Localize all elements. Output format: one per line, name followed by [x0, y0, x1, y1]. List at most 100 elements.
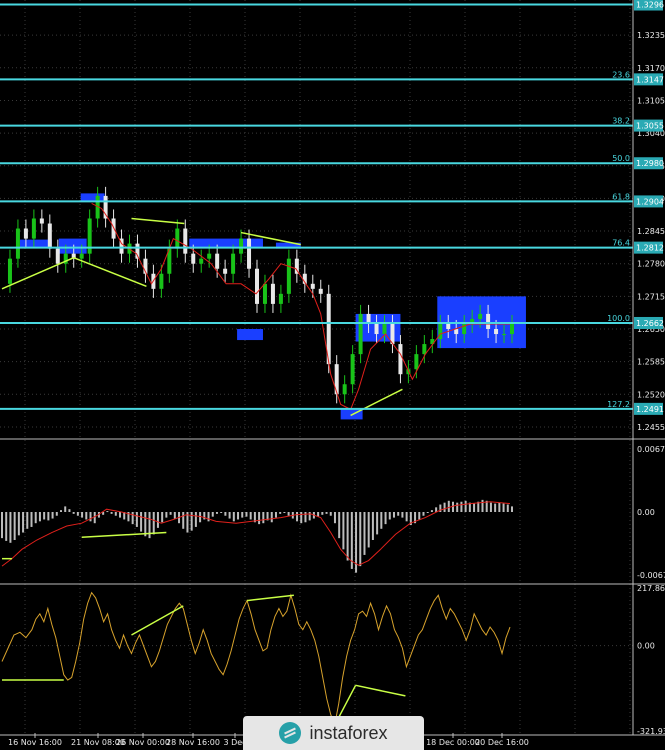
- cci-y-tick-label: -321.933: [637, 727, 665, 736]
- macd-bar: [110, 512, 113, 514]
- macd-bar: [245, 512, 248, 517]
- candle-body: [502, 334, 507, 336]
- level-label: 1.3296: [636, 1, 664, 10]
- macd-bar: [161, 512, 164, 523]
- x-tick-label: 16 Nov 16:00: [8, 738, 62, 747]
- candle-body: [334, 364, 339, 395]
- macd-bar: [401, 512, 404, 518]
- macd-bar: [211, 512, 214, 517]
- macd-bar: [342, 512, 345, 550]
- x-tick-label: 18 Dec 00:00: [426, 738, 480, 747]
- x-tick-label: 20 Dec 16:00: [475, 738, 529, 747]
- macd-bar: [371, 512, 374, 540]
- macd-bar: [194, 512, 197, 527]
- macd-bar: [384, 512, 387, 525]
- fib-label: 100.0: [607, 314, 630, 323]
- y-tick-label: 1.2845: [637, 227, 665, 236]
- macd-bar: [220, 512, 223, 513]
- logo-text: instaforex: [309, 722, 388, 743]
- y-tick-label: 1.2520: [637, 390, 665, 399]
- zone-box: [80, 193, 105, 202]
- candle-body: [494, 329, 499, 335]
- macd-bar: [296, 512, 299, 522]
- candle-body: [223, 268, 228, 274]
- macd-bar: [55, 512, 58, 516]
- macd-bar: [367, 512, 370, 548]
- macd-bar: [93, 512, 96, 524]
- macd-bar: [447, 500, 450, 512]
- candle-body: [318, 288, 323, 294]
- candle-body: [231, 253, 236, 274]
- x-tick-label: 28 Nov 16:00: [166, 738, 220, 747]
- macd-bar: [1, 512, 3, 539]
- candle-body: [79, 253, 84, 259]
- candle-body: [183, 228, 188, 254]
- macd-bar: [464, 500, 467, 512]
- macd-bar: [511, 506, 513, 512]
- level-label: 1.2491: [636, 405, 664, 414]
- macd-bar: [13, 512, 16, 540]
- macd-bar: [418, 512, 421, 520]
- macd-bar: [64, 506, 67, 512]
- macd-bar: [17, 512, 20, 536]
- macd-bar: [190, 512, 193, 531]
- fib-label: 23.6: [612, 70, 630, 79]
- y-tick-label: 1.2780: [637, 260, 665, 269]
- macd-bar: [308, 512, 311, 521]
- candle-body: [350, 354, 355, 385]
- macd-bar: [144, 512, 147, 537]
- macd-bar: [473, 503, 476, 512]
- level-label: 1.3147: [636, 75, 664, 84]
- macd-bar: [199, 512, 202, 523]
- candle-body: [414, 354, 419, 370]
- y-tick-label: 1.3235: [637, 31, 665, 40]
- macd-bar: [249, 512, 252, 520]
- macd-bar: [304, 512, 307, 523]
- macd-bar: [207, 512, 210, 522]
- macd-bar: [388, 512, 391, 520]
- macd-bar: [34, 512, 37, 524]
- cci-y-tick-label: 217.864: [637, 584, 665, 593]
- macd-bar: [47, 512, 50, 521]
- candle-body: [39, 218, 44, 224]
- candle-body: [454, 329, 459, 335]
- macd-bar: [119, 512, 122, 518]
- macd-bar: [26, 512, 29, 529]
- macd-bar: [380, 512, 383, 529]
- macd-bar: [274, 512, 277, 518]
- macd-bar: [489, 502, 492, 512]
- candle-body: [31, 218, 36, 239]
- macd-bar: [22, 512, 25, 533]
- zone-box: [58, 238, 87, 254]
- macd-bar: [329, 512, 332, 516]
- macd-bar: [498, 502, 501, 512]
- macd-bar: [215, 512, 218, 514]
- macd-bar: [494, 503, 497, 512]
- macd-bar: [85, 512, 88, 520]
- y-tick-label: 1.3170: [637, 64, 665, 73]
- candle-body: [382, 323, 387, 335]
- candle-body: [207, 253, 212, 259]
- candle-body: [278, 293, 283, 304]
- zone-box: [237, 329, 263, 341]
- macd-bar: [333, 512, 336, 524]
- macd-bar: [363, 512, 366, 555]
- chart-canvas: 23.6 38.2 50.0 61.8 76.4 100.0 127.2 1.3235 1.3…: [0, 0, 665, 750]
- macd-bar: [81, 512, 84, 518]
- macd-bar: [430, 510, 433, 512]
- fib-label: 38.2: [612, 117, 630, 126]
- candle-body: [247, 238, 252, 269]
- macd-bar: [325, 512, 328, 514]
- candle-body: [23, 228, 28, 239]
- macd-bar: [262, 512, 265, 524]
- cci-y-tick-label: 0.00: [637, 642, 655, 651]
- macd-bar: [131, 512, 134, 525]
- macd-bar: [140, 512, 143, 532]
- macd-bar: [228, 512, 231, 519]
- level-label: 1.2662: [636, 319, 664, 328]
- macd-bar: [502, 503, 505, 512]
- macd-bar: [283, 512, 286, 513]
- candle-body: [486, 313, 491, 330]
- macd-bar: [426, 512, 429, 513]
- fib-label: 50.0: [612, 154, 630, 163]
